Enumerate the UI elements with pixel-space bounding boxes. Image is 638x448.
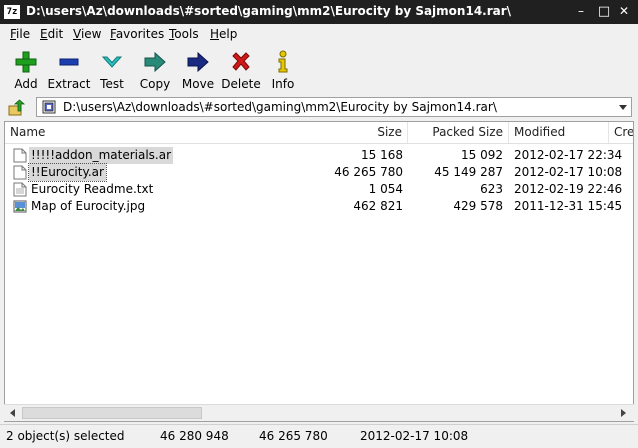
file-icon: [13, 165, 27, 180]
menu-bar: File Edit View Favorites Tools Help: [0, 24, 638, 44]
list-header: Name Size Packed Size Modified Cre: [5, 122, 633, 144]
delete-x-icon: [232, 52, 250, 71]
move-button[interactable]: Move: [175, 48, 221, 92]
status-total-size: 46 280 948: [160, 429, 229, 443]
file-icon: [13, 148, 27, 163]
copy-arrow-icon: [144, 51, 166, 73]
status-bar: 2 object(s) selected 46 280 948 46 265 7…: [0, 424, 638, 448]
file-row[interactable]: Map of Eurocity.jpg 462 821 429 578 2011…: [5, 198, 633, 215]
file-packed-size: 623: [480, 182, 503, 196]
scrollbar-thumb[interactable]: [22, 407, 202, 419]
window-title: D:\users\Az\downloads\#sorted\gaming\mm2…: [26, 4, 512, 18]
file-name: Map of Eurocity.jpg: [31, 199, 146, 213]
file-packed-size: 429 578: [453, 199, 503, 213]
toolbar: Add Extract Test Copy Move Delete Info: [0, 44, 638, 94]
menu-tools[interactable]: Tools: [169, 27, 199, 41]
file-size: 1 054: [368, 182, 403, 196]
menu-file[interactable]: File: [10, 27, 30, 41]
add-button[interactable]: Add: [3, 48, 49, 92]
column-header-size[interactable]: Size: [288, 122, 408, 143]
file-name: !!!!!addon_materials.ar: [29, 147, 174, 164]
address-bar: D:\users\Az\downloads\#sorted\gaming\mm2…: [0, 96, 638, 120]
copy-button[interactable]: Copy: [132, 48, 178, 92]
delete-label: Delete: [221, 77, 261, 91]
archive-icon: [42, 100, 56, 114]
file-row[interactable]: !!Eurocity.ar 46 265 780 45 149 287 2012…: [5, 163, 633, 182]
status-packed-size: 46 265 780: [259, 429, 328, 443]
title-bar: 7z D:\users\Az\downloads\#sorted\gaming\…: [0, 0, 638, 24]
move-label: Move: [181, 77, 215, 91]
file-modified: 2012-02-17 10:08: [514, 165, 623, 179]
test-label: Test: [100, 77, 124, 91]
file-name: Eurocity Readme.txt: [31, 182, 154, 196]
file-row[interactable]: !!!!!addon_materials.ar 15 168 15 092 20…: [5, 147, 633, 164]
column-header-packed-size[interactable]: Packed Size: [408, 122, 509, 143]
column-header-modified[interactable]: Modified: [509, 122, 609, 143]
extract-button[interactable]: Extract: [46, 48, 92, 92]
up-folder-button[interactable]: [8, 99, 26, 117]
menu-help[interactable]: Help: [210, 27, 237, 41]
scroll-left-icon[interactable]: [8, 408, 18, 418]
file-name: !!Eurocity.ar: [28, 163, 107, 182]
folder-up-icon: [8, 99, 26, 116]
text-file-icon: [13, 182, 27, 197]
file-packed-size: 15 092: [461, 148, 503, 162]
menu-view[interactable]: View: [73, 27, 101, 41]
status-date: 2012-02-17 10:08: [360, 429, 469, 443]
file-modified: 2011-12-31 15:45: [514, 199, 623, 213]
app-window: 7z D:\users\Az\downloads\#sorted\gaming\…: [0, 0, 638, 448]
copy-label: Copy: [139, 77, 171, 91]
menu-edit[interactable]: Edit: [40, 27, 63, 41]
info-icon: [278, 50, 288, 73]
file-packed-size: 45 149 287: [434, 165, 503, 179]
minimize-button[interactable]: –: [571, 3, 591, 20]
file-modified: 2012-02-19 22:46: [514, 182, 623, 196]
test-button[interactable]: Test: [89, 48, 135, 92]
close-button[interactable]: ✕: [614, 3, 634, 20]
file-row[interactable]: Eurocity Readme.txt 1 054 623 2012-02-19…: [5, 181, 633, 198]
menu-favorites[interactable]: Favorites: [110, 27, 164, 41]
file-size: 15 168: [361, 148, 403, 162]
horizontal-scrollbar[interactable]: [4, 404, 634, 421]
address-input[interactable]: D:\users\Az\downloads\#sorted\gaming\mm2…: [36, 97, 632, 117]
move-arrow-icon: [187, 51, 209, 73]
delete-button[interactable]: Delete: [218, 48, 264, 92]
add-icon: [15, 51, 37, 73]
image-file-icon: [13, 200, 27, 213]
file-modified: 2012-02-17 22:34: [514, 148, 623, 162]
column-header-created[interactable]: Cre: [609, 122, 633, 143]
check-icon: [101, 56, 123, 68]
extract-label: Extract: [47, 77, 91, 91]
maximize-button[interactable]: □: [594, 3, 614, 20]
file-size: 46 265 780: [334, 165, 403, 179]
add-label: Add: [14, 77, 38, 91]
minus-icon: [59, 58, 79, 66]
chevron-down-icon[interactable]: [617, 100, 629, 114]
file-list[interactable]: Name Size Packed Size Modified Cre !!!!!…: [4, 121, 634, 422]
info-label: Info: [271, 77, 295, 91]
scroll-right-icon[interactable]: [618, 408, 628, 418]
file-size: 462 821: [353, 199, 403, 213]
info-button[interactable]: Info: [260, 48, 306, 92]
app-icon[interactable]: 7z: [4, 5, 20, 19]
address-path: D:\users\Az\downloads\#sorted\gaming\mm2…: [63, 100, 497, 114]
status-selected: 2 object(s) selected: [6, 429, 125, 443]
